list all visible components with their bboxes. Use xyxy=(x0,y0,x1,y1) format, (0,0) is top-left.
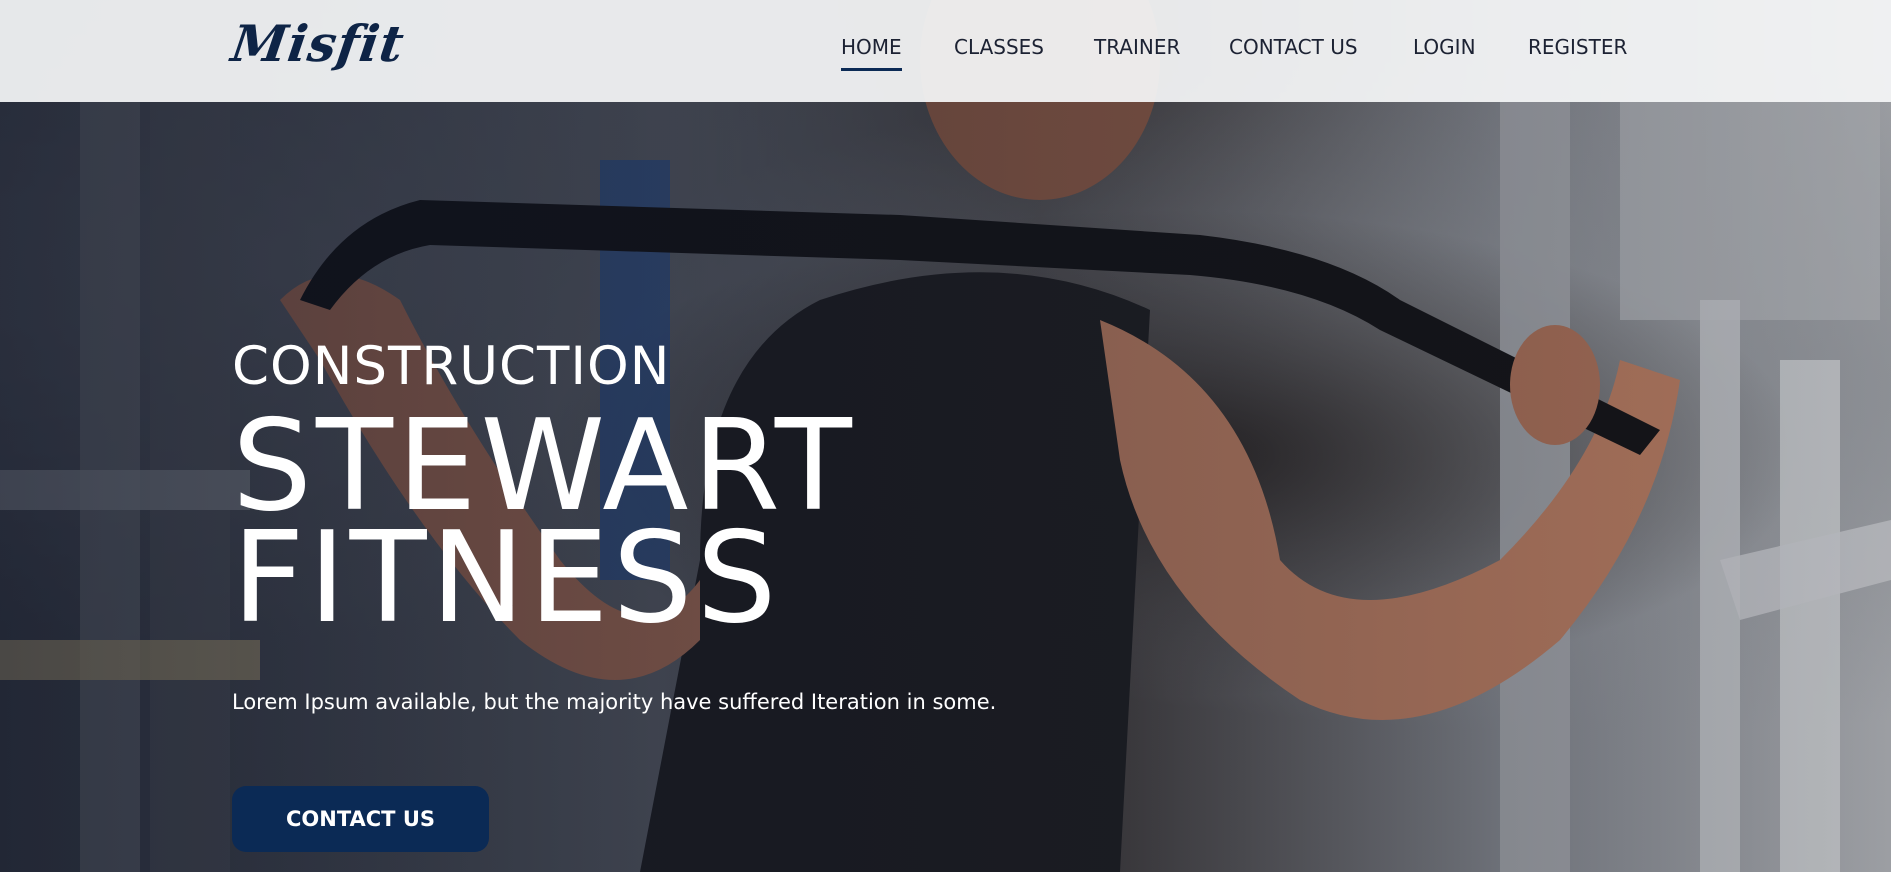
site-header: Misfit HOME CLASSES TRAINER CONTACT US L… xyxy=(0,0,1891,102)
nav-item-register[interactable]: REGISTER xyxy=(1528,35,1627,59)
hero-headline: STEWART FITNESS xyxy=(232,403,856,651)
nav-item-trainer[interactable]: TRAINER xyxy=(1094,35,1180,59)
hero-eyebrow: CONSTRUCTION xyxy=(232,336,671,397)
hero-headline-line-2: FITNESS xyxy=(232,504,781,651)
contact-us-button[interactable]: CONTACT US xyxy=(232,786,489,852)
hero-subtext: Lorem Ipsum available, but the majority … xyxy=(232,690,997,714)
brand-logo[interactable]: Misfit xyxy=(228,14,408,73)
nav-item-home[interactable]: HOME xyxy=(841,35,902,71)
nav-item-login[interactable]: LOGIN xyxy=(1413,35,1476,59)
page: Misfit HOME CLASSES TRAINER CONTACT US L… xyxy=(0,0,1891,872)
nav-item-classes[interactable]: CLASSES xyxy=(954,35,1044,59)
nav-item-contact-us[interactable]: CONTACT US xyxy=(1229,35,1358,59)
